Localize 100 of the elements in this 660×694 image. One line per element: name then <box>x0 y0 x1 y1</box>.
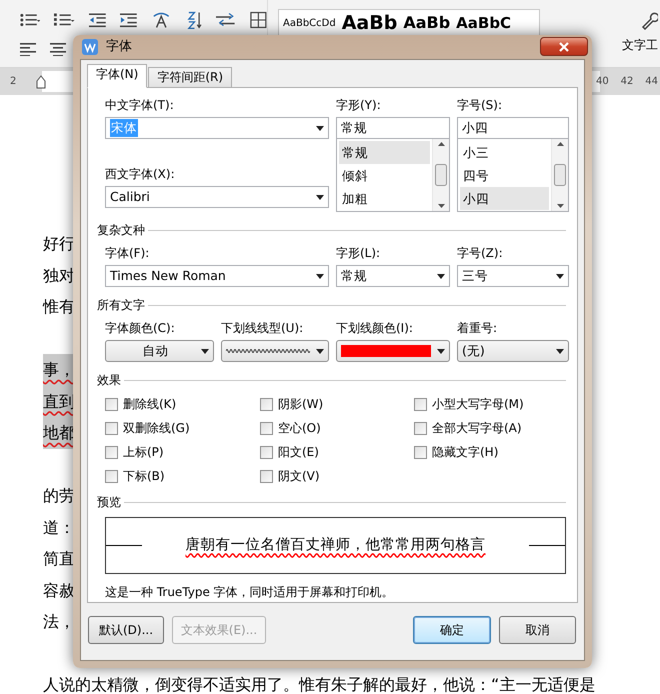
ruler-number: 2 <box>10 75 16 89</box>
checkbox-label[interactable]: 阴影(W) <box>278 395 324 413</box>
style-sample[interactable]: AaBbCcDd <box>283 16 336 30</box>
checkbox[interactable] <box>260 422 273 434</box>
document-text: 法， <box>43 611 75 633</box>
scroll-thumb <box>554 164 566 186</box>
checkbox[interactable] <box>105 446 118 458</box>
bullet-list-icon[interactable] <box>20 12 40 28</box>
checkbox-label[interactable]: 空心(O) <box>278 419 321 437</box>
document-text: 人说的太精微，倒变得不适实用了。惟有朱子解的最好，他说：“主一无适便是 <box>43 674 596 694</box>
caret-icon <box>316 194 324 200</box>
close-icon <box>559 42 569 52</box>
align-left-icon[interactable] <box>20 42 36 56</box>
field-label: 字号(Z): <box>457 245 503 261</box>
indent-marker[interactable] <box>36 74 46 88</box>
field-label: 着重号: <box>457 320 498 336</box>
scroll-up-icon <box>438 142 444 146</box>
dialog-button[interactable]: 确定 <box>413 616 491 644</box>
checkbox[interactable] <box>414 446 427 458</box>
close-button[interactable] <box>540 37 588 56</box>
dialog-button[interactable]: 取消 <box>499 616 576 644</box>
checkbox-label[interactable]: 双删除线(G) <box>123 419 190 437</box>
field-label: 字号(S): <box>457 97 502 113</box>
sort-icon[interactable] <box>186 10 202 30</box>
dialog-button[interactable]: 默认(D)... <box>88 616 164 644</box>
dropdown[interactable]: (无) <box>457 340 569 362</box>
scroll-up-icon <box>556 142 564 146</box>
list-item[interactable]: 小四 <box>460 187 549 210</box>
tab[interactable]: 字符间距(R) <box>148 67 232 88</box>
section-title: 所有文字 <box>97 297 145 314</box>
color-dropdown[interactable] <box>336 340 450 362</box>
align-center-icon[interactable] <box>50 42 66 56</box>
checkbox-label[interactable]: 上标(P) <box>123 443 164 461</box>
field-label: 字体(F): <box>105 245 150 261</box>
list-item[interactable]: 加粗 <box>339 187 430 210</box>
list-item[interactable]: 四号 <box>460 164 549 187</box>
ruler-number: 42 <box>620 75 634 89</box>
style-gallery[interactable]: AaBbCcDd AaBb AaBb AaBbC <box>278 9 540 37</box>
line-spacing-icon[interactable] <box>216 12 236 28</box>
checkbox[interactable] <box>260 398 273 410</box>
tool-label[interactable]: 文字工 <box>622 36 658 54</box>
wrench-icon[interactable] <box>640 12 658 30</box>
style-sample[interactable]: AaBbC <box>456 12 512 34</box>
ruler-number: 40 <box>596 75 609 89</box>
section-title: 预览 <box>97 494 121 511</box>
checkbox-label[interactable]: 删除线(K) <box>123 395 176 413</box>
checkbox[interactable] <box>105 422 118 434</box>
dropdown[interactable]: 常规 <box>336 265 450 287</box>
dialog-title: 字体 <box>106 38 132 56</box>
field-label: 下划线线型(U): <box>221 320 304 336</box>
checkbox[interactable] <box>105 470 118 482</box>
checkbox-label[interactable]: 小型大写字母(M) <box>432 395 524 413</box>
checkbox-label[interactable]: 阳文(E) <box>278 443 319 461</box>
app-icon <box>82 39 98 55</box>
document-text: 简直 <box>43 548 75 570</box>
checkbox-label[interactable]: 全部大写字母(A) <box>432 419 522 437</box>
scroll-down-icon <box>556 204 564 208</box>
wavy-line-icon <box>226 348 310 354</box>
scrollbar[interactable] <box>551 139 568 211</box>
dropdown[interactable]: Times New Roman <box>105 265 329 287</box>
style-sample[interactable]: AaBb <box>403 11 450 35</box>
document-text: 容赦 <box>43 580 75 602</box>
checkbox[interactable] <box>105 398 118 410</box>
caret-icon <box>316 126 324 130</box>
ruler-number: 44 <box>645 75 658 89</box>
list-item[interactable]: 常规 <box>339 141 430 164</box>
list-item[interactable]: 倾斜 <box>339 164 430 187</box>
preview-text: 唐朝有一位名僧百丈禅师，他常常用两句格言 <box>186 536 486 553</box>
field-label: 字形(Y): <box>336 97 381 113</box>
color-dropdown[interactable]: 自动 <box>105 340 214 362</box>
field-label: 西文字体(X): <box>105 166 175 182</box>
decrease-indent-icon[interactable] <box>88 12 106 28</box>
field-label: 字形(L): <box>336 245 380 261</box>
checkbox[interactable] <box>414 398 427 410</box>
line-style-dropdown[interactable] <box>221 340 329 362</box>
increase-indent-icon[interactable] <box>120 12 136 28</box>
caret-icon <box>316 348 324 354</box>
checkbox[interactable] <box>260 446 273 458</box>
checkbox[interactable] <box>260 470 273 482</box>
checkbox-label[interactable]: 阴文(V) <box>278 467 320 485</box>
size-input[interactable]: 小四 <box>457 117 569 139</box>
tab[interactable]: 字体(N) <box>87 64 148 88</box>
table-border-icon[interactable] <box>250 11 267 29</box>
style-sample[interactable]: AaBb <box>342 10 398 36</box>
numbered-list-icon[interactable] <box>54 12 75 28</box>
document-text: 独对 <box>43 264 75 286</box>
style-input[interactable]: 常规 <box>336 117 450 139</box>
checkbox[interactable] <box>414 422 427 434</box>
list-item[interactable]: 小三 <box>460 141 549 164</box>
caret-icon <box>437 274 445 278</box>
document-text: 好行 <box>43 233 75 255</box>
checkbox-label[interactable]: 隐藏文字(H) <box>432 443 498 461</box>
font-select[interactable]: Calibri <box>105 186 329 208</box>
dropdown[interactable]: 三号 <box>457 265 569 287</box>
caret-icon <box>556 274 564 278</box>
document-text: 惟有 <box>43 296 75 318</box>
scrollbar[interactable] <box>432 139 449 211</box>
scroll-thumb <box>435 164 447 186</box>
section-title: 复杂文种 <box>97 222 145 239</box>
checkbox-label[interactable]: 下标(B) <box>123 467 165 485</box>
